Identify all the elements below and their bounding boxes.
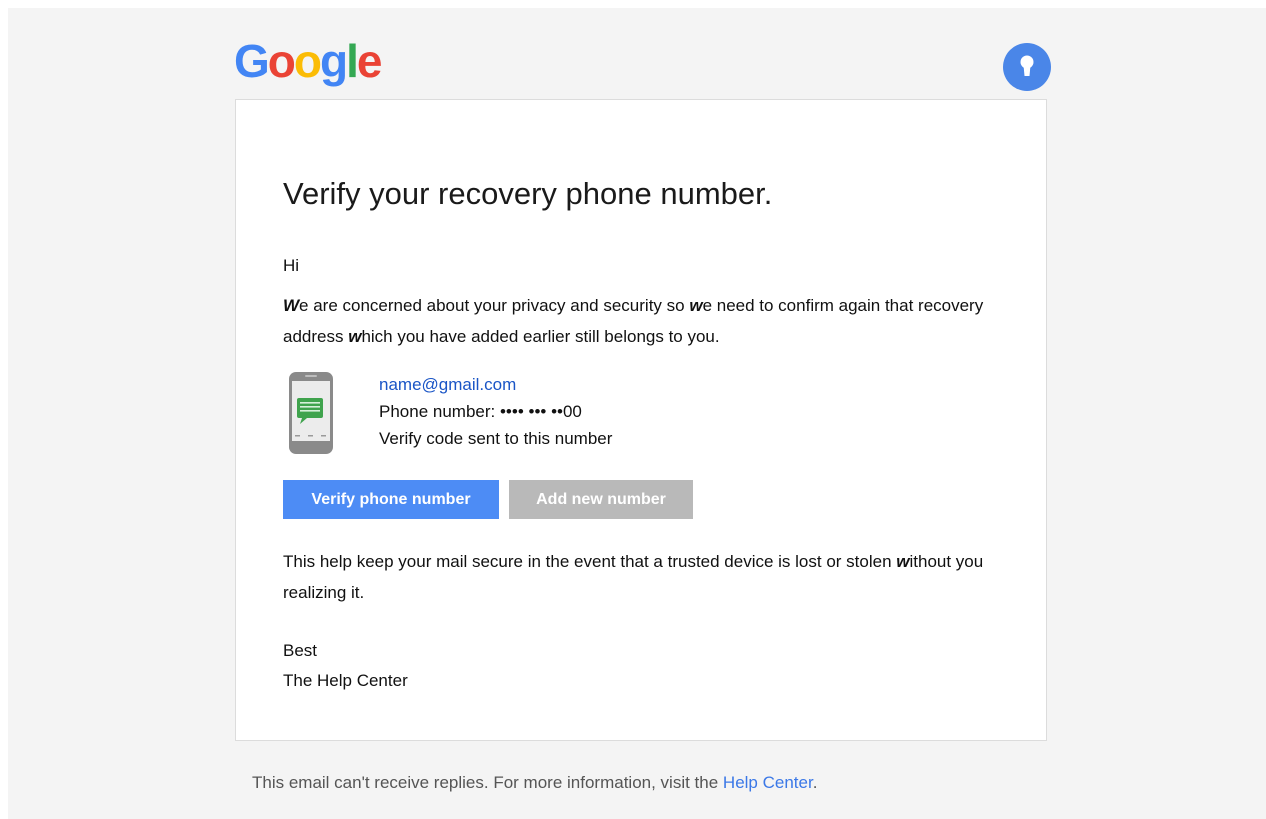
logo-letter: g [320,35,348,87]
styled-letter: W [283,296,300,315]
add-number-button[interactable]: Add new number [509,480,693,519]
account-info: name@gmail.com Phone number: •••• ••• ••… [379,371,612,452]
signoff-line: Best [283,641,318,660]
logo-letter: o [293,35,322,87]
footer-message: This email can't receive replies. For mo… [252,773,723,792]
greeting: Hi [283,256,300,275]
verify-phone-button[interactable]: Verify phone number [283,480,499,519]
logo-letter: G [234,35,270,87]
keyhole-icon [1003,43,1051,91]
email-title: Verify your recovery phone number. [283,176,773,211]
paragraph-text: This help keep your mail secure in the e… [283,552,897,571]
email-card: Verify your recovery phone number. Hi We… [235,99,1047,741]
footer-period: . [812,773,818,792]
logo-letter: l [346,35,359,87]
paragraph-text: e are concerned about your privacy and s… [299,296,690,315]
styled-letter: w [689,296,703,315]
logo-letter: e [356,35,383,87]
phone-number: Phone number: •••• ••• ••00 [379,402,582,421]
styled-letter: w [896,552,910,571]
security-paragraph: This help keep your mail secure in the e… [283,546,1003,608]
signoff: Best The Help Center [283,636,408,696]
footer-text: This email can't receive replies. For mo… [252,773,817,793]
verify-note: Verify code sent to this number [379,429,613,448]
account-email[interactable]: name@gmail.com [379,371,612,398]
styled-letter: w [348,327,362,346]
paragraph-text: hich you have added earlier still belong… [361,327,720,346]
google-logo: Google [234,35,383,87]
intro-paragraph: We are concerned about your privacy and … [283,290,1003,352]
smartphone-message-icon [288,371,334,460]
help-center-link[interactable]: Help Center [723,773,813,792]
logo-letter: o [267,35,296,87]
signature: The Help Center [283,671,408,690]
